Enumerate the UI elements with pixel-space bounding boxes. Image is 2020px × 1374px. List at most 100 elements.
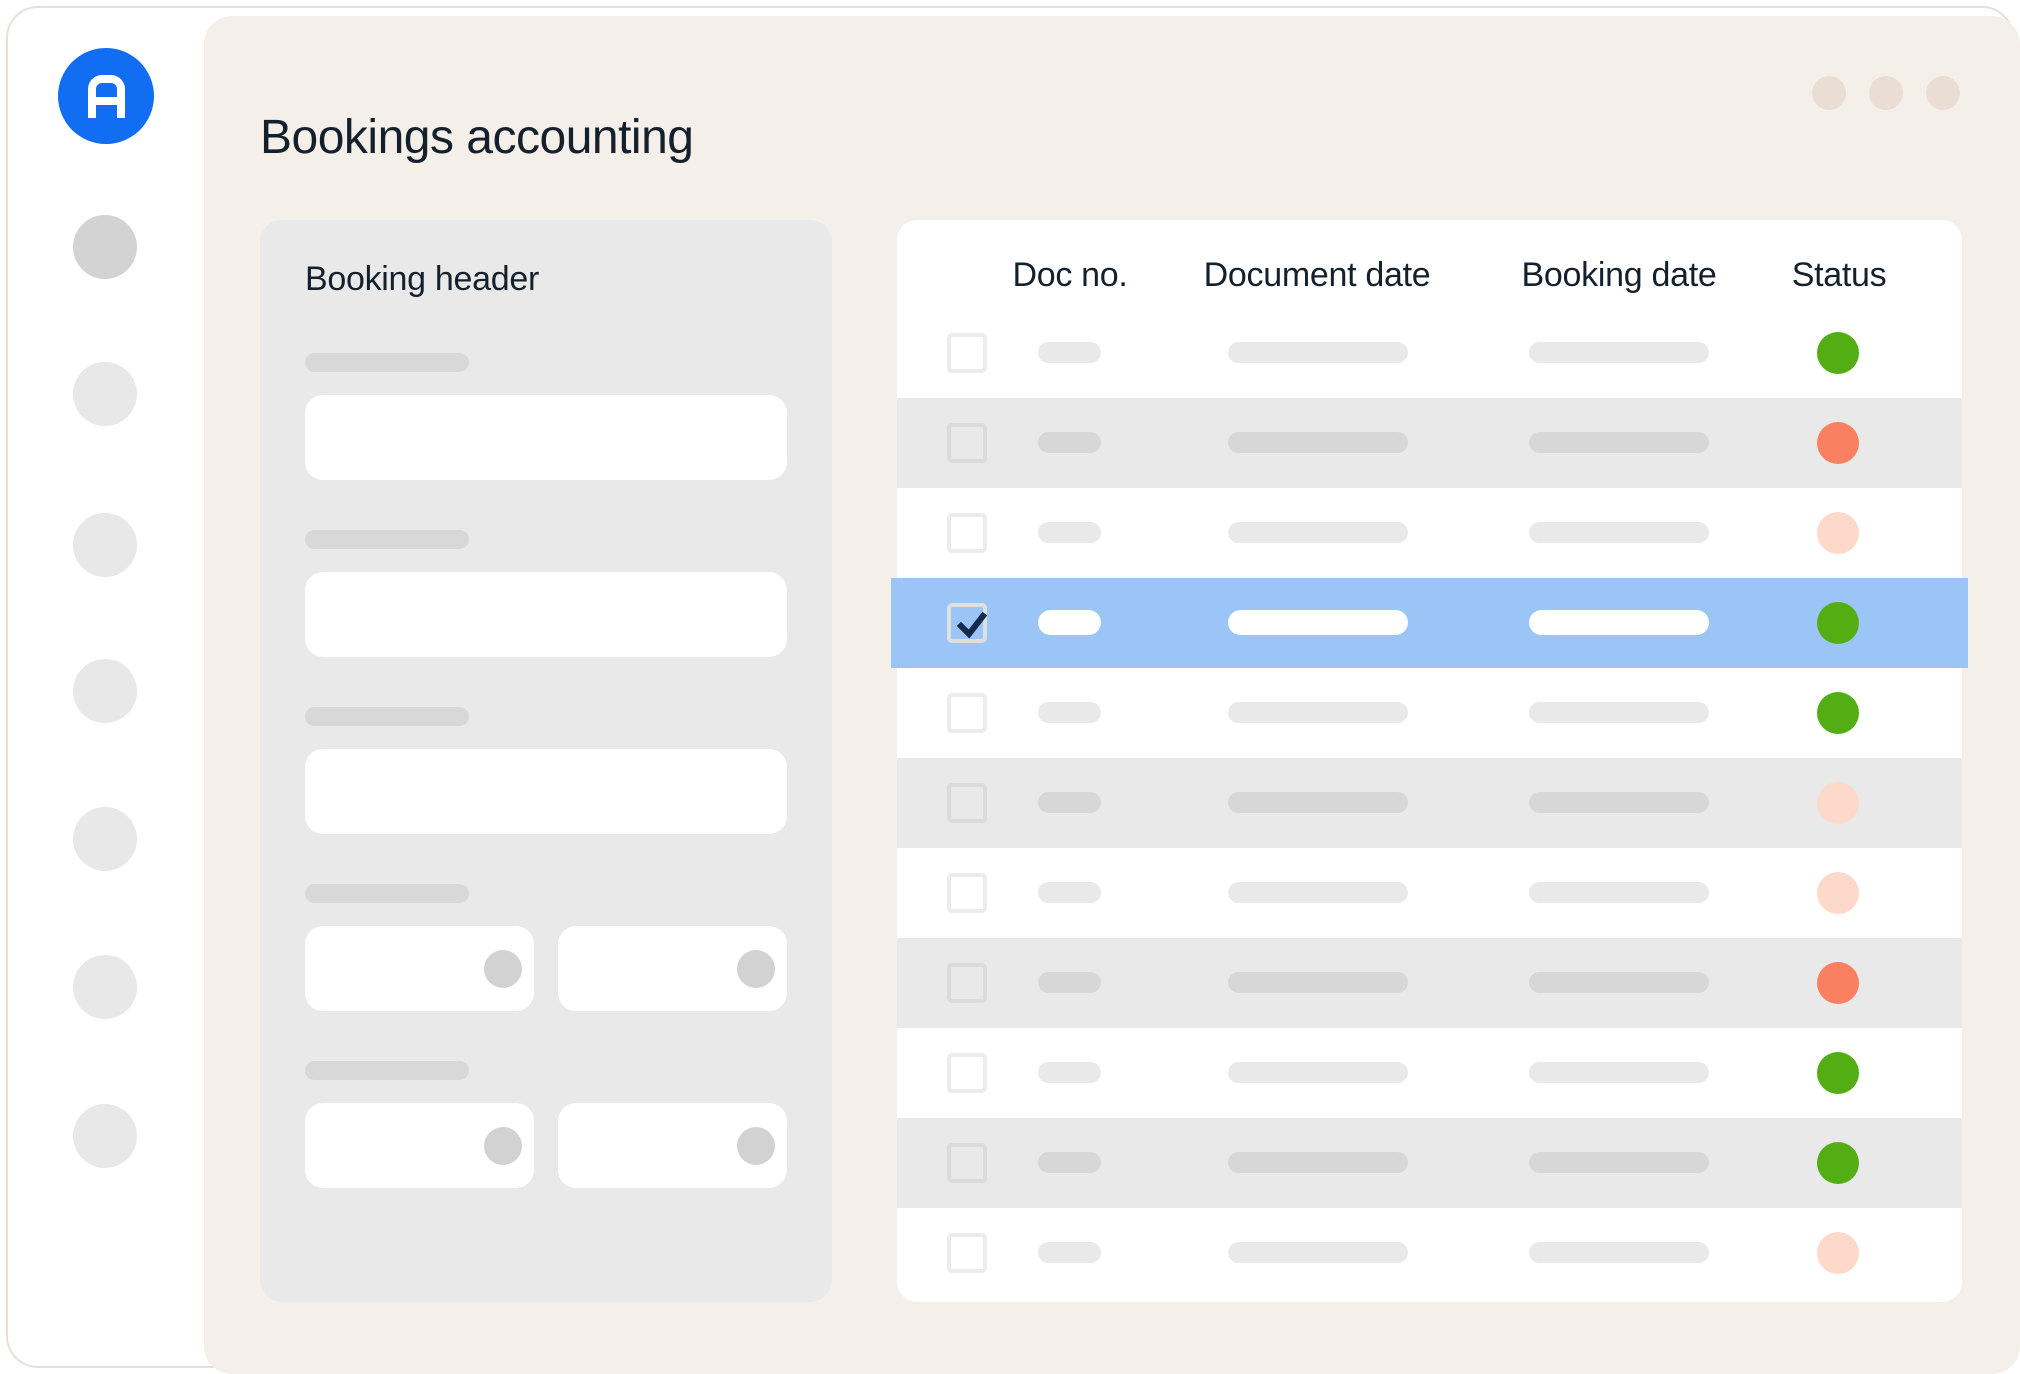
status-dot-error (1817, 962, 1859, 1004)
field-label-placeholder (305, 353, 469, 372)
table-rows (897, 308, 1962, 1298)
booking-date-placeholder (1529, 522, 1709, 543)
row-checkbox[interactable] (947, 783, 987, 823)
table-row-4[interactable] (897, 578, 1962, 668)
document-date-placeholder (1228, 342, 1408, 363)
table-row-11[interactable] (897, 1208, 1962, 1298)
row-checkbox[interactable] (947, 513, 987, 553)
booking-date-placeholder (1529, 342, 1709, 363)
booking-date-placeholder (1529, 882, 1709, 903)
booking-date-placeholder (1529, 1062, 1709, 1083)
status-dot-pending (1817, 1232, 1859, 1274)
sidebar-nav-item-1[interactable] (73, 215, 137, 279)
doc-no-placeholder (1038, 342, 1101, 363)
column-header-status: Status (1792, 256, 1887, 295)
document-date-placeholder (1228, 610, 1408, 635)
text-input-field[interactable] (305, 395, 787, 480)
select-indicator-icon (484, 950, 522, 988)
table-row-9[interactable] (897, 1028, 1962, 1118)
column-header-doc-no: Doc no. (1012, 256, 1127, 295)
row-checkbox[interactable] (947, 1053, 987, 1093)
sidebar-nav-item-5[interactable] (73, 807, 137, 871)
window-control-dot-1[interactable] (1812, 76, 1846, 110)
sidebar-nav-item-4[interactable] (73, 659, 137, 723)
booking-date-placeholder (1529, 1242, 1709, 1263)
doc-no-placeholder (1038, 1062, 1101, 1083)
select-input-field[interactable] (305, 926, 534, 1011)
booking-panel-title: Booking header (305, 260, 539, 299)
doc-no-placeholder (1038, 702, 1101, 723)
sidebar-nav-item-3[interactable] (73, 513, 137, 577)
text-input-field[interactable] (305, 749, 787, 834)
table-row-7[interactable] (897, 848, 1962, 938)
table-row-1[interactable] (897, 308, 1962, 398)
status-dot-success (1817, 602, 1859, 644)
document-date-placeholder (1228, 432, 1408, 453)
select-indicator-icon (484, 1127, 522, 1165)
app-window: Bookings accounting Booking header Doc n… (6, 6, 2014, 1368)
bookings-table: Doc no. Document date Booking date Statu… (897, 220, 1962, 1302)
status-dot-success (1817, 1052, 1859, 1094)
logo-a-icon (88, 75, 125, 118)
table-row-8[interactable] (897, 938, 1962, 1028)
select-indicator-icon (737, 1127, 775, 1165)
doc-no-placeholder (1038, 882, 1101, 903)
doc-no-placeholder (1038, 972, 1101, 993)
doc-no-placeholder (1038, 792, 1101, 813)
column-header-document-date: Document date (1204, 256, 1431, 295)
table-row-6[interactable] (897, 758, 1962, 848)
table-row-10[interactable] (897, 1118, 1962, 1208)
row-checkbox[interactable] (947, 873, 987, 913)
sidebar-nav-item-6[interactable] (73, 955, 137, 1019)
doc-no-placeholder (1038, 522, 1101, 543)
booking-date-placeholder (1529, 432, 1709, 453)
select-indicator-icon (737, 950, 775, 988)
table-row-2[interactable] (897, 398, 1962, 488)
doc-no-placeholder (1038, 1152, 1101, 1173)
page-title: Bookings accounting (260, 110, 693, 165)
doc-no-placeholder (1038, 610, 1101, 635)
column-header-booking-date: Booking date (1522, 256, 1717, 295)
row-checkbox[interactable] (947, 333, 987, 373)
status-dot-success (1817, 1142, 1859, 1184)
sidebar-nav-item-7[interactable] (73, 1104, 137, 1168)
row-checkbox[interactable] (947, 423, 987, 463)
row-checkbox[interactable] (947, 1143, 987, 1183)
document-date-placeholder (1228, 972, 1408, 993)
doc-no-placeholder (1038, 432, 1101, 453)
document-date-placeholder (1228, 882, 1408, 903)
text-input-field[interactable] (305, 572, 787, 657)
window-control-dot-2[interactable] (1869, 76, 1903, 110)
bookings-accounting-app: Bookings accounting Booking header Doc n… (0, 0, 2020, 1374)
booking-date-placeholder (1529, 702, 1709, 723)
booking-header-panel: Booking header (260, 220, 832, 1302)
table-row-3[interactable] (897, 488, 1962, 578)
document-date-placeholder (1228, 1242, 1408, 1263)
document-date-placeholder (1228, 1062, 1408, 1083)
row-checkbox-checked[interactable] (947, 603, 987, 643)
row-checkbox[interactable] (947, 963, 987, 1003)
select-input-field[interactable] (305, 1103, 534, 1188)
row-checkbox[interactable] (947, 1233, 987, 1273)
select-input-field[interactable] (558, 1103, 787, 1188)
select-input-field[interactable] (558, 926, 787, 1011)
app-logo[interactable] (58, 48, 154, 144)
document-date-placeholder (1228, 1152, 1408, 1173)
field-label-placeholder (305, 884, 469, 903)
booking-date-placeholder (1529, 1152, 1709, 1173)
document-date-placeholder (1228, 522, 1408, 543)
table-row-5[interactable] (897, 668, 1962, 758)
field-label-placeholder (305, 707, 469, 726)
doc-no-placeholder (1038, 1242, 1101, 1263)
row-checkbox[interactable] (947, 693, 987, 733)
status-dot-pending (1817, 782, 1859, 824)
sidebar-nav-item-2[interactable] (73, 362, 137, 426)
window-control-dot-3[interactable] (1926, 76, 1960, 110)
status-dot-success (1817, 332, 1859, 374)
status-dot-error (1817, 422, 1859, 464)
field-label-placeholder (305, 1061, 469, 1080)
status-dot-success (1817, 692, 1859, 734)
booking-date-placeholder (1529, 792, 1709, 813)
document-date-placeholder (1228, 702, 1408, 723)
field-label-placeholder (305, 530, 469, 549)
